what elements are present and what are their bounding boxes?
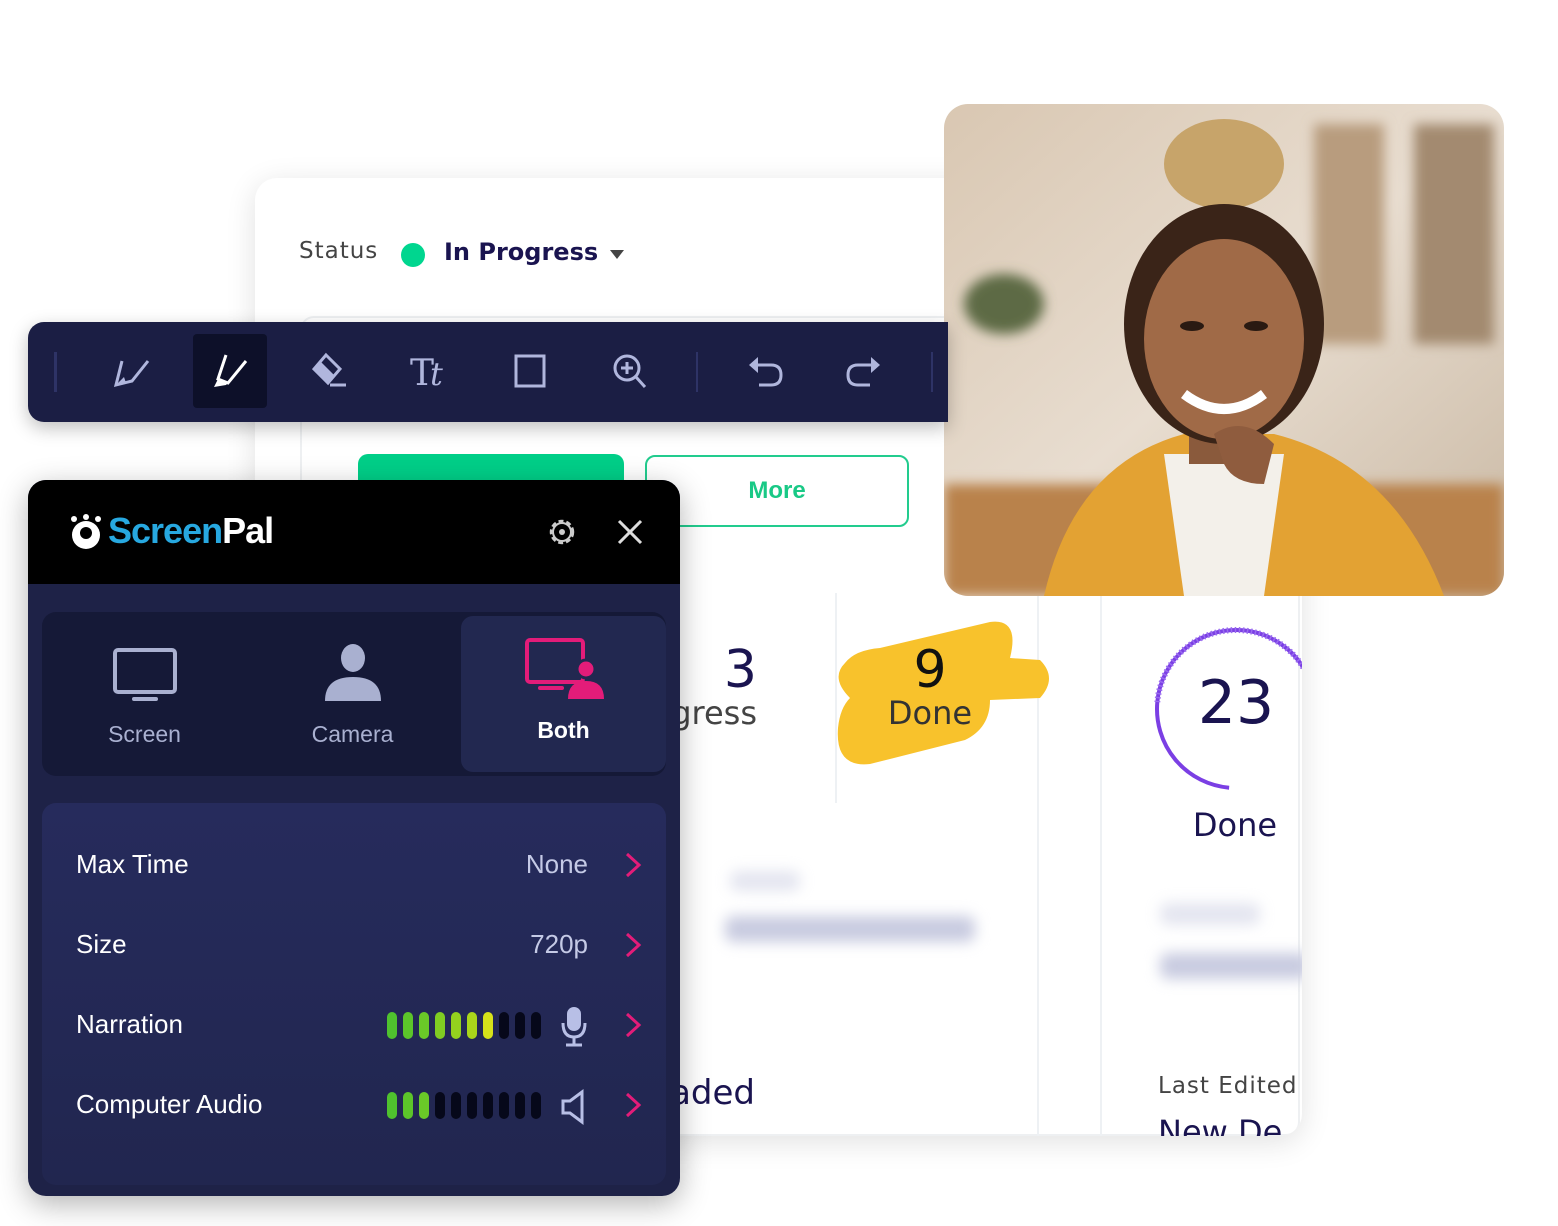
level-segment <box>531 1012 541 1039</box>
level-segment <box>515 1012 525 1039</box>
undo-icon <box>749 357 783 387</box>
recording-settings: Max Time None Size 720p Narration Comput… <box>42 803 666 1185</box>
rectangle-tool[interactable] <box>493 334 567 408</box>
status-dropdown[interactable]: In Progress <box>444 238 598 266</box>
divider <box>931 352 933 392</box>
level-segment <box>451 1012 461 1039</box>
level-segment <box>435 1012 445 1039</box>
pen-tool[interactable] <box>95 334 169 408</box>
highlighter-icon <box>214 354 248 387</box>
annotation-toolbar: Tt <box>28 322 948 422</box>
status-label: Status <box>299 238 379 264</box>
chevron-right-icon <box>625 1092 642 1118</box>
stat-total-number: 23 <box>1197 668 1275 738</box>
mode-label: Both <box>537 717 590 743</box>
divider <box>696 352 698 392</box>
eraser-tool[interactable] <box>291 334 365 408</box>
blurred-text <box>730 871 800 891</box>
brand-screen: Screen <box>108 510 223 551</box>
rectangle-icon <box>514 354 546 388</box>
text-tool[interactable]: Tt <box>393 334 467 408</box>
screenpal-recorder: Screen Pal Screen Camera Both Max Time No… <box>28 480 680 1196</box>
level-segment <box>531 1092 541 1119</box>
setting-max-time[interactable]: Max Time None <box>42 835 666 895</box>
setting-narration[interactable]: Narration <box>42 995 666 1055</box>
close-icon[interactable] <box>616 518 644 546</box>
blurred-text <box>1160 953 1302 979</box>
speaker-icon[interactable] <box>560 1089 588 1125</box>
level-segment <box>467 1012 477 1039</box>
level-segment <box>451 1092 461 1119</box>
microphone-icon[interactable] <box>560 1005 588 1047</box>
recorder-header: Screen Pal <box>28 480 680 584</box>
webcam-photo <box>944 104 1504 596</box>
stat-done-highlighted: 9 Done <box>887 640 973 732</box>
blurred-text <box>1160 903 1260 925</box>
level-segment <box>435 1092 445 1119</box>
text-icon: Tt <box>410 353 443 391</box>
logo-icon <box>71 514 101 549</box>
mode-label: Camera <box>311 721 394 747</box>
mode-selector: Screen Camera Both <box>42 612 666 776</box>
monitor-person-icon <box>524 638 604 699</box>
level-segment <box>403 1012 413 1039</box>
setting-computer-audio[interactable]: Computer Audio <box>42 1075 666 1135</box>
level-segment <box>419 1092 429 1119</box>
drag-handle[interactable] <box>54 352 57 392</box>
screenpal-logo: Screen Pal <box>68 510 274 552</box>
person-icon <box>324 644 381 701</box>
more-button[interactable]: More <box>645 455 909 527</box>
zoom-tool[interactable] <box>593 334 667 408</box>
level-segment <box>483 1012 493 1039</box>
pen-icon <box>113 360 150 388</box>
last-edited-label: Last Edited <box>1158 1073 1298 1099</box>
stat-total-label: Done <box>1192 806 1278 844</box>
computer-audio-level-meter <box>387 1092 541 1119</box>
level-segment <box>499 1092 509 1119</box>
last-edited-value: New De <box>1158 1113 1283 1136</box>
mode-screen[interactable]: Screen <box>42 612 247 776</box>
level-segment <box>419 1012 429 1039</box>
divider <box>1100 593 1102 1136</box>
highlighter-tool[interactable] <box>193 334 267 408</box>
chevron-right-icon <box>625 932 642 958</box>
svg-text:t: t <box>430 355 443 391</box>
level-segment <box>403 1092 413 1119</box>
level-segment <box>483 1092 493 1119</box>
brand-pal: Pal <box>222 510 274 551</box>
level-segment <box>387 1012 397 1039</box>
zoom-icon <box>613 354 647 389</box>
mode-camera[interactable]: Camera <box>250 612 455 776</box>
chevron-right-icon <box>625 1012 642 1038</box>
mode-label: Screen <box>108 721 181 747</box>
status-dot <box>401 243 425 267</box>
chevron-right-icon <box>625 852 642 878</box>
level-segment <box>515 1092 525 1119</box>
gear-icon[interactable] <box>544 514 580 550</box>
eraser-icon <box>311 352 346 387</box>
setting-size[interactable]: Size 720p <box>42 915 666 975</box>
level-segment <box>499 1012 509 1039</box>
level-segment <box>467 1092 477 1119</box>
level-segment <box>387 1092 397 1119</box>
redo-button[interactable] <box>827 334 901 408</box>
undo-button[interactable] <box>728 334 802 408</box>
blurred-text <box>725 916 975 942</box>
monitor-icon <box>112 648 177 701</box>
redo-icon <box>846 357 880 387</box>
mode-both[interactable]: Both <box>461 616 666 772</box>
narration-level-meter <box>387 1012 541 1039</box>
caret-down-icon[interactable] <box>610 250 624 259</box>
